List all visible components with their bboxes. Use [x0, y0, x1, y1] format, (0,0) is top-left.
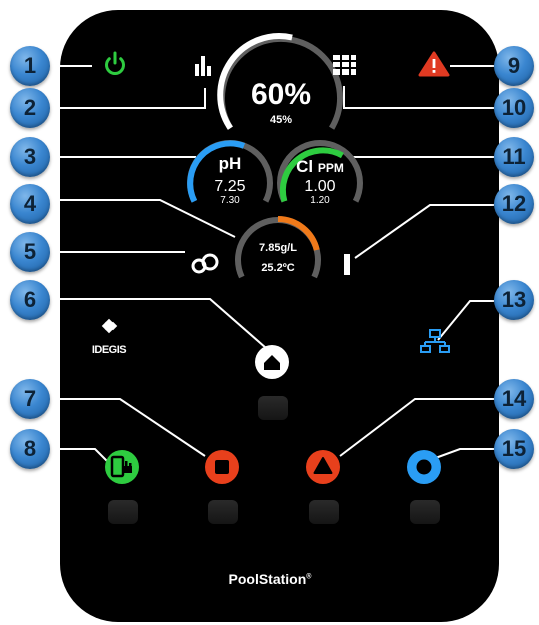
flow-link-icon[interactable]: [191, 253, 219, 274]
callout-badge-2: 2: [10, 88, 50, 128]
grid-menu-icon[interactable]: [333, 55, 356, 75]
up-button[interactable]: [306, 450, 340, 484]
callout-badge-9: 9: [494, 46, 534, 86]
up-key-slot[interactable]: [309, 500, 339, 524]
cl-label-ppm: PPM: [317, 161, 344, 175]
home-button[interactable]: [255, 345, 289, 379]
callout-badge-8: 8: [10, 429, 50, 469]
dosing-key-slot[interactable]: [108, 500, 138, 524]
idegis-logo-mark: [101, 318, 118, 334]
circle-button[interactable]: [407, 450, 441, 484]
circle-key-slot[interactable]: [410, 500, 440, 524]
cl-label-cl: Cl: [296, 157, 314, 176]
idegis-logo-text: IDEGIS: [91, 344, 127, 356]
callout-badge-1: 1: [10, 46, 50, 86]
stop-icon: [215, 460, 229, 474]
stop-button[interactable]: [205, 450, 239, 484]
callout-badge-10: 10: [494, 88, 534, 128]
power-icon[interactable]: [105, 51, 125, 75]
alarm-warning-icon[interactable]: [418, 51, 450, 77]
ph-setpoint: 7.30: [220, 195, 240, 206]
ph-value: 7.25: [214, 178, 246, 195]
stop-key-slot[interactable]: [208, 500, 238, 524]
info-icon[interactable]: [344, 254, 350, 275]
cl-label: Cl PPM: [280, 157, 360, 177]
salinity-value: 7.85g/L: [259, 242, 297, 254]
product-name-text: PoolStation: [228, 571, 307, 587]
ph-label: pH: [218, 154, 242, 173]
bar-chart-icon[interactable]: [195, 56, 211, 76]
callout-badge-14: 14: [494, 379, 534, 419]
callout-badge-5: 5: [10, 232, 50, 272]
callout-badge-3: 3: [10, 137, 50, 177]
callout-badge-15: 15: [494, 429, 534, 469]
home-key-slot[interactable]: [258, 396, 288, 420]
production-setpoint: 45%: [269, 114, 293, 126]
product-name: PoolStation®: [210, 571, 330, 587]
temperature-value: 25.2ºC: [261, 262, 295, 274]
registered-mark: ®: [306, 573, 312, 581]
production-value: 60%: [250, 78, 312, 111]
dosing-pump-button[interactable]: [105, 450, 139, 484]
callout-badge-4: 4: [10, 184, 50, 224]
callout-badge-13: 13: [494, 280, 534, 320]
callout-badge-6: 6: [10, 280, 50, 320]
cl-value: 1.00: [304, 178, 336, 195]
callout-badge-7: 7: [10, 379, 50, 419]
circle-icon: [416, 459, 432, 475]
callout-badge-11: 11: [494, 137, 534, 177]
cl-setpoint: 1.20: [310, 195, 330, 206]
callout-badge-12: 12: [494, 184, 534, 224]
network-icon[interactable]: [420, 329, 450, 353]
